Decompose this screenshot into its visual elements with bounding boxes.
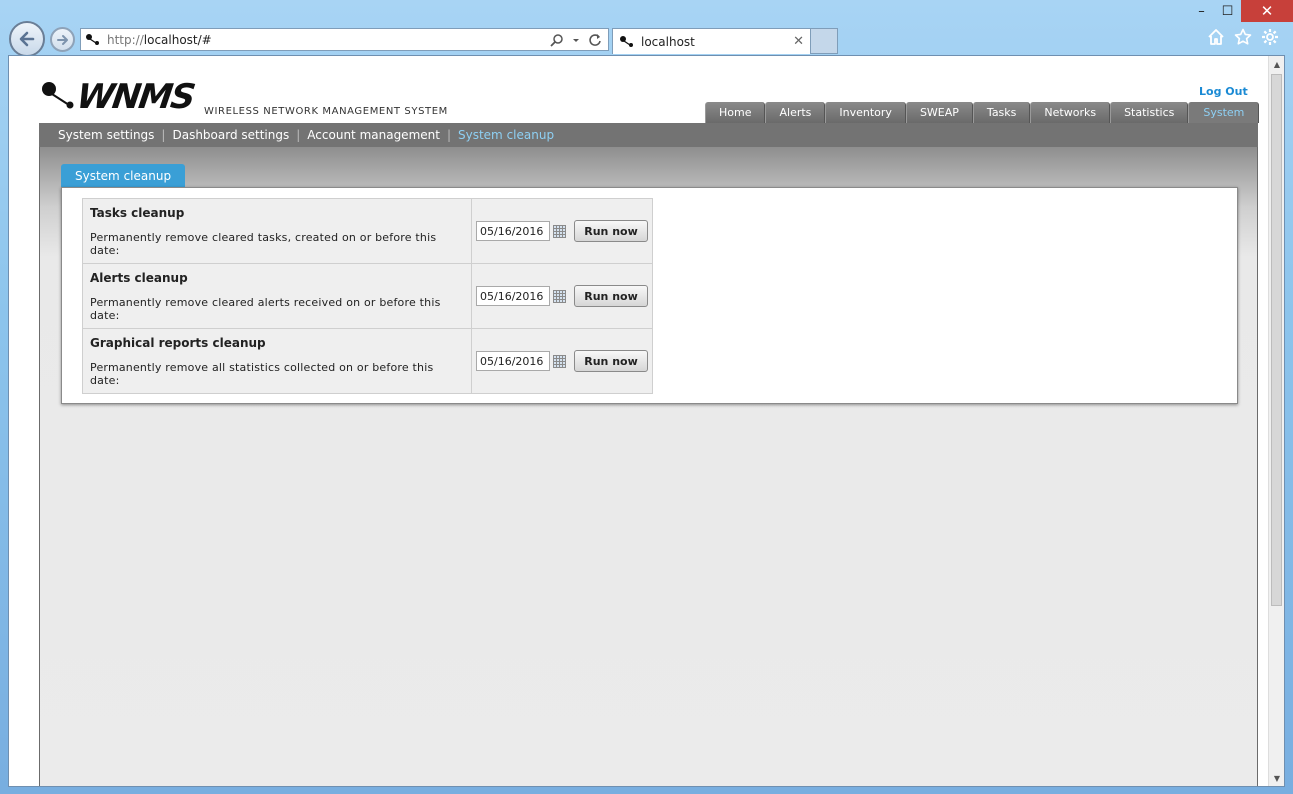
subnav-dashboard-settings[interactable]: Dashboard settings	[172, 128, 289, 142]
dropdown-arrow-icon[interactable]	[572, 33, 580, 47]
tab-alerts[interactable]: Alerts	[765, 102, 826, 123]
minimize-button[interactable]: –	[1189, 0, 1214, 22]
scroll-thumb[interactable]	[1271, 74, 1282, 606]
sub-navigation: System settings | Dashboard settings | A…	[39, 123, 1258, 147]
settings-gear-icon[interactable]	[1261, 28, 1279, 46]
content-area: System cleanup Tasks cleanup Permanently…	[39, 147, 1258, 786]
logo-node-icon	[42, 82, 74, 109]
alerts-run-now-button[interactable]: Run now	[574, 285, 648, 307]
address-bar[interactable]: http://localhost/#	[80, 28, 609, 51]
tab-tasks[interactable]: Tasks	[972, 102, 1031, 123]
app-header: WNMS WIRELESS NETWORK MANAGEMENT SYSTEM …	[9, 56, 1269, 123]
logo-text: WNMS	[74, 77, 197, 117]
tasks-date-field[interactable]: 05/16/2016	[476, 221, 550, 241]
cleanup-row-description: Graphical reports cleanup Permanently re…	[82, 328, 472, 394]
back-arrow-icon	[19, 31, 35, 47]
tab-inventory[interactable]: Inventory	[825, 102, 906, 123]
search-icon[interactable]	[550, 33, 564, 47]
row-title: Tasks cleanup	[90, 205, 185, 220]
cleanup-row-controls: 05/16/2016 Run now	[471, 263, 653, 329]
tab-sweap[interactable]: SWEAP	[905, 102, 973, 123]
cleanup-panel: Tasks cleanup Permanently remove cleared…	[61, 187, 1238, 404]
browser-chrome: – ☐ ✕ http://localhost/# localhost ✕	[0, 0, 1293, 57]
calendar-icon[interactable]	[553, 289, 566, 303]
vertical-scrollbar[interactable]: ▲ ▼	[1268, 56, 1284, 786]
favorites-star-icon[interactable]	[1234, 28, 1252, 46]
home-icon[interactable]	[1207, 28, 1225, 46]
calendar-icon[interactable]	[553, 224, 566, 238]
subnav-system-settings[interactable]: System settings	[58, 128, 154, 142]
subnav-separator: |	[296, 128, 301, 142]
refresh-icon[interactable]	[588, 33, 602, 47]
cleanup-row-controls: 05/16/2016 Run now	[471, 198, 653, 264]
tab-home[interactable]: Home	[705, 102, 766, 123]
url-protocol: http://	[107, 32, 144, 47]
row-title: Graphical reports cleanup	[90, 335, 266, 350]
tab-system[interactable]: System	[1188, 102, 1260, 123]
section-tab-system-cleanup[interactable]: System cleanup	[61, 164, 186, 187]
row-text: Permanently remove all statistics collec…	[90, 360, 434, 387]
row-title: Alerts cleanup	[90, 270, 188, 285]
window-close-button[interactable]: ✕	[1241, 0, 1293, 22]
cleanup-row-tasks: Tasks cleanup Permanently remove cleared…	[82, 198, 653, 264]
url-host: localhost/#	[143, 32, 212, 47]
tab-networks[interactable]: Networks	[1030, 102, 1111, 123]
logout-link[interactable]: Log Out	[1199, 85, 1248, 98]
tab-favicon-icon	[620, 35, 633, 47]
calendar-icon[interactable]	[553, 354, 566, 368]
app-tagline: WIRELESS NETWORK MANAGEMENT SYSTEM	[204, 106, 448, 117]
cleanup-row-description: Tasks cleanup Permanently remove cleared…	[82, 198, 472, 264]
tab-statistics[interactable]: Statistics	[1110, 102, 1189, 123]
wnms-logo: WNMS	[41, 77, 197, 117]
subnav-account-management[interactable]: Account management	[307, 128, 440, 142]
scroll-up-arrow-icon[interactable]: ▲	[1269, 56, 1284, 72]
main-navigation: Home Alerts Inventory SWEAP Tasks Networ…	[705, 102, 1260, 123]
forward-arrow-icon	[56, 34, 68, 45]
alerts-date-field[interactable]: 05/16/2016	[476, 286, 550, 306]
cleanup-row-description: Alerts cleanup Permanently remove cleare…	[82, 263, 472, 329]
cleanup-row-controls: 05/16/2016 Run now	[471, 328, 653, 394]
scroll-down-arrow-icon[interactable]: ▼	[1269, 770, 1284, 786]
site-favicon-icon	[86, 33, 99, 45]
subnav-separator: |	[161, 128, 166, 142]
cleanup-table: Tasks cleanup Permanently remove cleared…	[82, 198, 653, 394]
browser-tab-localhost[interactable]: localhost ✕	[612, 28, 811, 54]
tab-title: localhost	[641, 34, 695, 49]
subnav-separator: |	[446, 128, 451, 142]
new-tab-button[interactable]	[811, 28, 838, 54]
maximize-button[interactable]: ☐	[1215, 0, 1240, 22]
reports-run-now-button[interactable]: Run now	[574, 350, 648, 372]
reports-date-field[interactable]: 05/16/2016	[476, 351, 550, 371]
page-viewport: WNMS WIRELESS NETWORK MANAGEMENT SYSTEM …	[8, 55, 1285, 787]
tab-close-icon[interactable]: ✕	[793, 34, 804, 49]
url-text: http://localhost/#	[107, 33, 212, 47]
url-actions	[550, 33, 608, 47]
tasks-run-now-button[interactable]: Run now	[574, 220, 648, 242]
subnav-system-cleanup[interactable]: System cleanup	[458, 128, 554, 142]
forward-button[interactable]	[50, 27, 75, 52]
browser-tools	[1207, 28, 1279, 46]
row-text: Permanently remove cleared tasks, create…	[90, 230, 437, 257]
row-text: Permanently remove cleared alerts receiv…	[90, 295, 441, 322]
cleanup-row-graphical-reports: Graphical reports cleanup Permanently re…	[82, 328, 653, 394]
back-button[interactable]	[9, 21, 45, 57]
cleanup-row-alerts: Alerts cleanup Permanently remove cleare…	[82, 263, 653, 329]
